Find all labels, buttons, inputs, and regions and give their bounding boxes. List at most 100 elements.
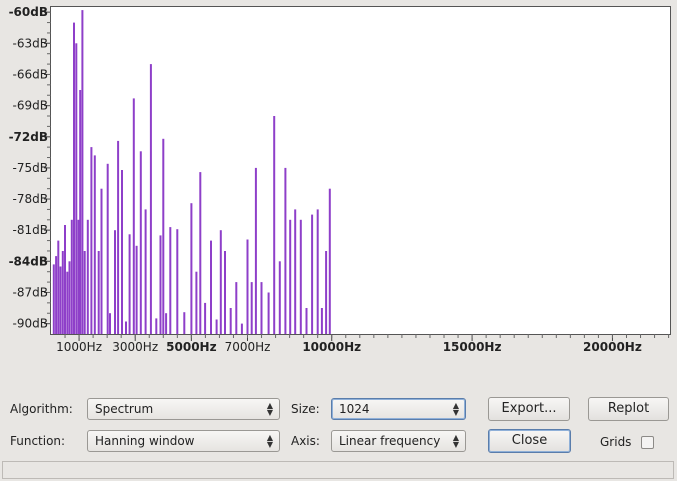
spectrum-bar xyxy=(90,147,93,334)
plot-area xyxy=(50,6,671,335)
spectrum-bar xyxy=(267,292,270,334)
spectrum-plot: -60dB -63dB -66dB -69dB -72dB -75dB -78dB -81dB… xyxy=(9,5,671,354)
spectrum-bar xyxy=(183,312,186,334)
status-bar xyxy=(2,461,674,479)
updown-arrows-icon: ▲ ▼ xyxy=(266,433,274,449)
size-value: 1024 xyxy=(339,402,370,416)
spectrum-bar xyxy=(199,172,202,334)
spectrum-bar xyxy=(61,251,64,334)
spectrum-bar xyxy=(235,282,238,334)
spectrum-bar xyxy=(159,235,162,334)
spectrum-bar xyxy=(325,251,328,334)
spectrum-bar xyxy=(114,230,116,334)
y-tick-label: -66dB xyxy=(13,67,48,81)
grids-label: Grids xyxy=(600,435,632,449)
axis-value: Linear frequency xyxy=(339,434,441,448)
x-tick-label: 20000Hz xyxy=(583,340,642,354)
spectrum-bar xyxy=(190,203,193,334)
spectrum-bar xyxy=(121,170,123,334)
replot-button[interactable]: Replot xyxy=(588,397,669,421)
y-tick-label: -84dB xyxy=(9,254,48,268)
y-tick-label: -63dB xyxy=(13,36,48,50)
updown-arrows-icon: ▲ ▼ xyxy=(452,401,460,417)
size-select[interactable]: 1024 ▲ ▼ xyxy=(331,398,466,420)
spectrum-bar xyxy=(169,227,172,334)
updown-arrows-icon: ▲ ▼ xyxy=(266,401,274,417)
x-tick-label: 7000Hz xyxy=(225,340,271,354)
x-tick-label: 15000Hz xyxy=(443,340,502,354)
spectrum-bar xyxy=(240,323,243,334)
y-tick-label: -87dB xyxy=(13,285,48,299)
function-value: Hanning window xyxy=(95,434,195,448)
y-tick-label: -90dB xyxy=(13,317,48,331)
spectrum-bar xyxy=(162,138,165,334)
spectrum-bar xyxy=(305,308,308,334)
spectrum-bar xyxy=(68,261,71,334)
spectrum-bar xyxy=(144,209,147,334)
spectrum-bar xyxy=(81,10,84,334)
spectrum-bar xyxy=(57,240,60,334)
spectrum-bar xyxy=(75,43,78,335)
spectrum-bar xyxy=(254,167,257,334)
spectrum-bar xyxy=(299,219,302,334)
spectrum-bar xyxy=(83,251,86,334)
spectrum-bar xyxy=(106,163,109,334)
axis-select[interactable]: Linear frequency ▲ ▼ xyxy=(331,430,466,452)
spectrum-bar xyxy=(195,271,198,334)
spectrum-bar xyxy=(219,230,222,334)
spectrum-bar xyxy=(224,251,226,334)
x-tick-label: 5000Hz xyxy=(166,340,216,354)
spectrum-bar xyxy=(66,271,69,334)
spectrum-bar xyxy=(246,239,249,334)
spectrum-bar xyxy=(176,229,179,334)
spectrum-bar xyxy=(128,234,131,334)
spectrum-bar xyxy=(125,321,127,334)
export-button[interactable]: Export... xyxy=(488,397,570,421)
close-button[interactable]: Close xyxy=(488,429,571,453)
spectrum-bar xyxy=(273,116,276,334)
spectrum-bar xyxy=(328,188,331,334)
spectrum-bar xyxy=(100,188,103,334)
function-label: Function: xyxy=(10,434,66,448)
spectrum-bar xyxy=(70,219,73,334)
grids-checkbox[interactable] xyxy=(641,436,654,449)
spectrum-bar xyxy=(294,209,297,334)
spectrum-bar xyxy=(284,167,287,334)
y-tick-label: -81dB xyxy=(13,223,48,237)
algorithm-label: Algorithm: xyxy=(10,402,73,416)
spectrum-bar xyxy=(132,98,135,335)
y-tick-label: -69dB xyxy=(13,99,48,113)
spectrum-bar xyxy=(311,214,314,334)
y-axis: -60dB -63dB -66dB -69dB -72dB -75dB -78dB -81dB… xyxy=(9,5,51,331)
spectrum-bar xyxy=(260,282,263,334)
spectrum-bar xyxy=(55,256,58,334)
spectrum-bar xyxy=(64,225,66,334)
spectrum-bar xyxy=(93,155,96,334)
spectrum-bar xyxy=(73,22,75,334)
algorithm-select[interactable]: Spectrum ▲ ▼ xyxy=(87,398,280,420)
spectrum-bar xyxy=(278,261,281,334)
spectrum-bar xyxy=(135,245,138,334)
x-tick-label: 1000Hz xyxy=(56,340,102,354)
spectrum-bar xyxy=(210,240,212,334)
y-tick-label: -75dB xyxy=(13,161,48,175)
spectrum-bar xyxy=(149,64,152,334)
y-tick-label: -78dB xyxy=(13,192,48,206)
size-label: Size: xyxy=(291,402,320,416)
spectrum-bar xyxy=(229,308,232,334)
spectrum-bar xyxy=(52,264,55,334)
spectrum-bar xyxy=(59,266,62,334)
spectrum-bar xyxy=(155,318,158,334)
spectrum-bar xyxy=(139,151,142,334)
x-tick-label: 10000Hz xyxy=(302,340,361,354)
x-axis: 1000Hz 3000Hz 5000Hz 7000Hz 10000Hz 15000Hz 20… xyxy=(56,334,670,354)
spectrum-bar xyxy=(86,219,89,334)
spectrum-bar xyxy=(316,209,319,334)
algorithm-value: Spectrum xyxy=(95,402,154,416)
spectrum-bar xyxy=(204,302,207,334)
function-select[interactable]: Hanning window ▲ ▼ xyxy=(87,430,280,452)
y-tick-label: -60dB xyxy=(9,5,48,19)
spectrum-bar xyxy=(109,313,111,334)
spectrum-bar xyxy=(97,251,100,334)
x-tick-label: 3000Hz xyxy=(112,340,158,354)
